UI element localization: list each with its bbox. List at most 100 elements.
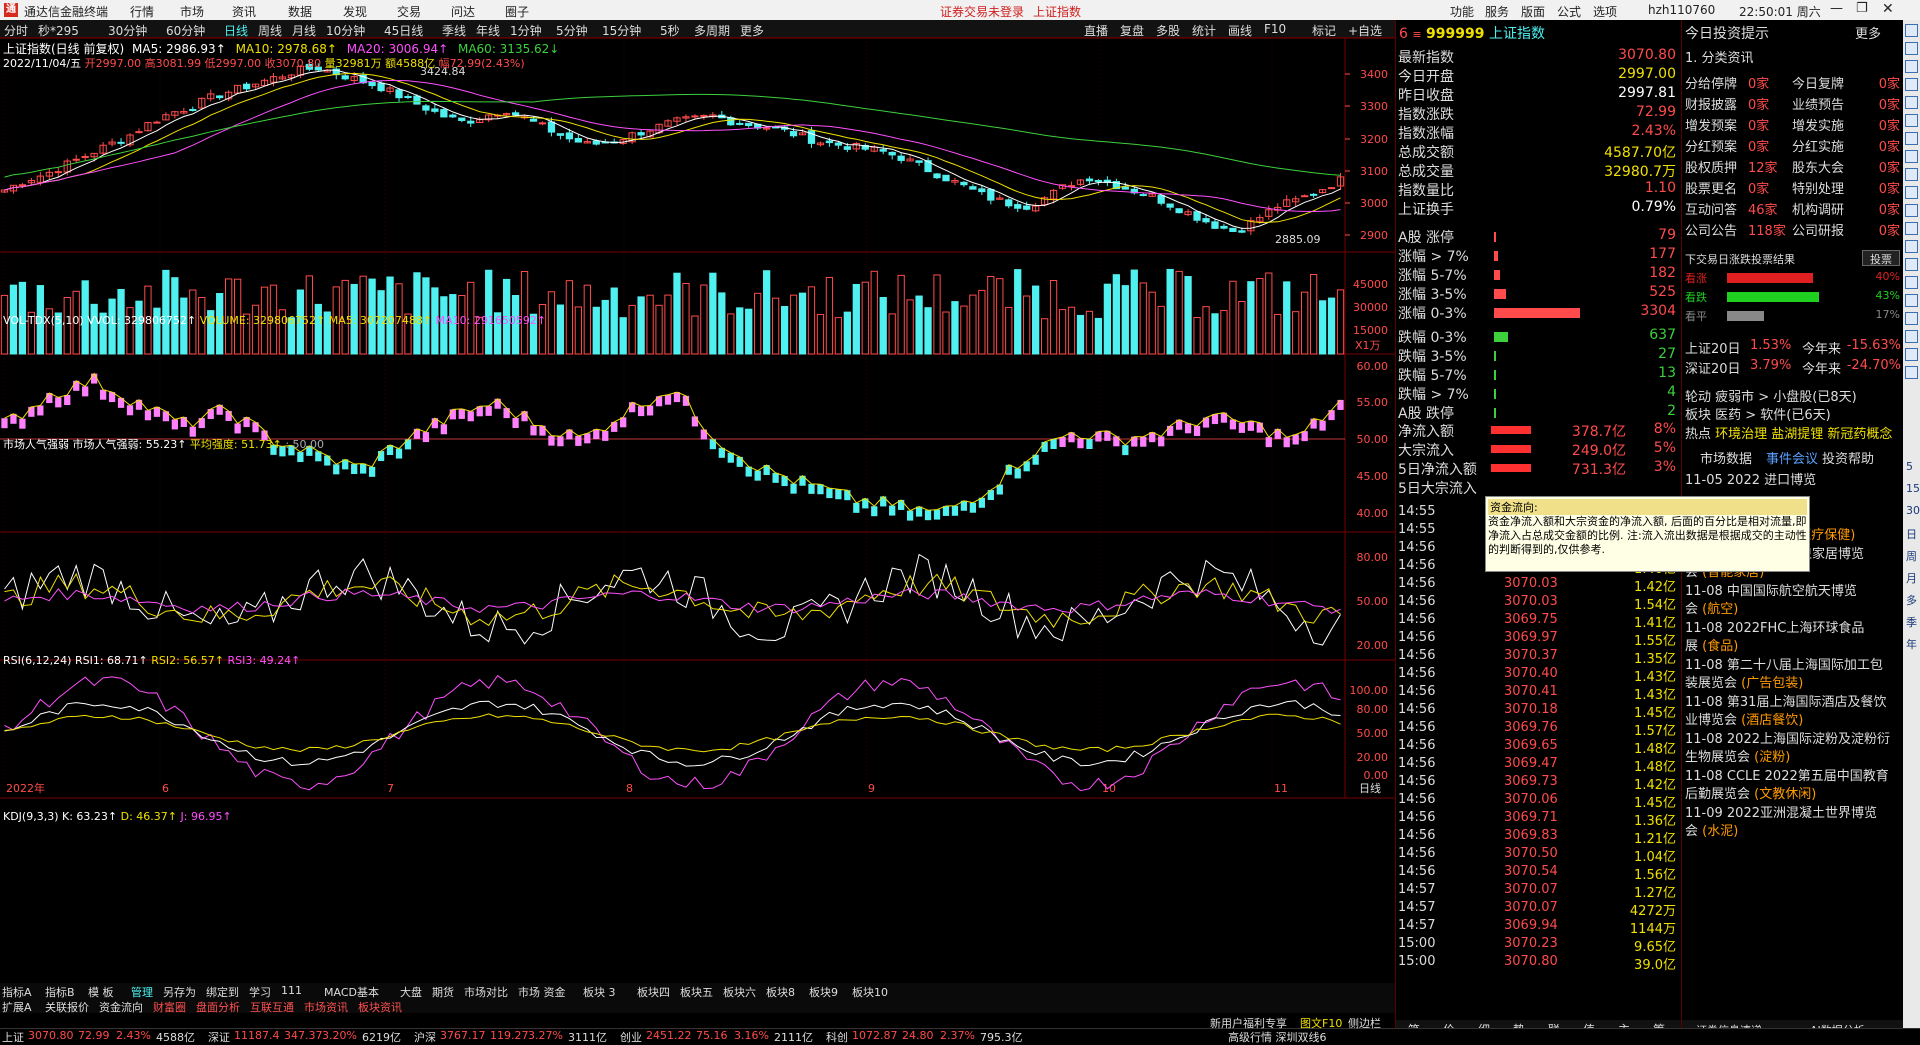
notice-label[interactable]: 今日复牌 <box>1792 73 1844 92</box>
menu-item[interactable]: 发现 <box>343 3 367 20</box>
extension-tab[interactable]: 板块资讯 <box>358 999 402 1015</box>
period-tab[interactable]: 1分钟 <box>510 22 542 39</box>
period-tab[interactable]: 年线 <box>476 22 500 39</box>
side-period-button[interactable]: 日 <box>1906 526 1917 542</box>
event-item[interactable]: 11-08 第二十八届上海国际加工包 装展览会 (广告包装) <box>1685 657 1900 693</box>
f10-link[interactable]: 图文F10 <box>1300 1015 1342 1031</box>
tool-button[interactable]: 直播 <box>1084 22 1108 39</box>
promo-link[interactable]: 新用户福利专享 <box>1210 1015 1287 1031</box>
period-tab[interactable]: 15分钟 <box>602 22 641 39</box>
event-item[interactable]: 11-08 2022上海国际淀粉及淀粉衍 生物展览会 (淀粉) <box>1685 731 1900 767</box>
period-tab[interactable]: 多周期 <box>694 22 730 39</box>
period-tab[interactable]: 5秒 <box>660 22 680 39</box>
side-cash-icon[interactable] <box>1905 114 1918 127</box>
side-rsi-icon[interactable] <box>1905 330 1918 343</box>
side-pen-icon[interactable] <box>1905 366 1918 379</box>
notice-label[interactable]: 增发实施 <box>1792 115 1844 134</box>
tool-button[interactable]: 标记 <box>1312 22 1336 39</box>
period-tab[interactable]: 秒*295 <box>38 22 79 39</box>
restore-icon[interactable]: ❐ <box>1856 1 1868 16</box>
kline-chart[interactable]: 3400330032003100300029002022年 6 7 8 9 10 11 日线3… <box>0 37 1395 1028</box>
side-grid-icon[interactable] <box>1905 42 1918 55</box>
menu-item[interactable]: 问达 <box>451 3 475 20</box>
vote-button[interactable]: 投票 <box>1862 250 1900 266</box>
notice-label[interactable]: 互动问答 <box>1685 199 1737 218</box>
side-flag-icon[interactable] <box>1905 150 1918 163</box>
side-dock-icon[interactable] <box>1905 24 1918 37</box>
side-period-button[interactable]: 15 <box>1906 482 1920 495</box>
minimize-icon[interactable]: — <box>1830 1 1843 16</box>
menu-layout[interactable]: 版面 <box>1521 3 1545 20</box>
side-news-icon[interactable] <box>1905 240 1918 253</box>
side-rank-icon[interactable] <box>1905 294 1918 307</box>
period-tab[interactable]: 60分钟 <box>166 22 205 39</box>
side-period-button[interactable]: 月 <box>1906 570 1917 586</box>
news-more-link[interactable]: 更多 <box>1855 23 1881 42</box>
event-item[interactable]: 11-08 中国国际航空航天博览会 (航空) <box>1685 583 1900 619</box>
notice-label[interactable]: 业绩预告 <box>1792 94 1844 113</box>
hot-items[interactable]: 环境治理 盐湖提锂 新冠药概念 <box>1715 427 1892 442</box>
side-bell-icon[interactable] <box>1905 204 1918 217</box>
notice-label[interactable]: 财报披露 <box>1685 94 1737 113</box>
side-lock-icon[interactable] <box>1905 348 1918 361</box>
period-tab[interactable]: 5分钟 <box>556 22 588 39</box>
extension-tab[interactable]: 市场资讯 <box>304 999 348 1015</box>
period-tab[interactable]: 更多 <box>740 22 764 39</box>
notice-label[interactable]: 分红预案 <box>1685 136 1737 155</box>
notice-label[interactable]: 公司公告 <box>1685 220 1737 239</box>
side-chart-icon[interactable] <box>1905 78 1918 91</box>
sidebar-toggle[interactable]: 侧边栏 <box>1348 1015 1381 1031</box>
tool-button[interactable]: 复盘 <box>1120 22 1144 39</box>
side-period-button[interactable]: 多 <box>1906 592 1917 608</box>
menu-item[interactable]: 行情 <box>130 3 154 20</box>
menu-service[interactable]: 服务 <box>1485 3 1509 20</box>
tool-button[interactable]: +自选 <box>1348 22 1382 39</box>
side-info-icon[interactable] <box>1905 312 1918 325</box>
notice-label[interactable]: 分给停牌 <box>1685 73 1737 92</box>
side-period-button[interactable]: 季 <box>1906 614 1917 630</box>
event-item[interactable]: 11-08 2022FHC上海环球食品展 (食品) <box>1685 620 1900 656</box>
side-search-icon[interactable] <box>1905 222 1918 235</box>
side-period-button[interactable]: 5 <box>1906 460 1913 473</box>
extension-tab[interactable]: 盘面分析 <box>196 999 240 1015</box>
side-kline-icon[interactable] <box>1905 276 1918 289</box>
menu-item[interactable]: 交易 <box>397 3 421 20</box>
event-item[interactable]: 11-08 第31届上海国际酒店及餐饮 业博览会 (酒店餐饮) <box>1685 694 1900 730</box>
tool-button[interactable]: 画线 <box>1228 22 1252 39</box>
menu-item[interactable]: 数据 <box>288 3 312 20</box>
menu-item[interactable]: 圈子 <box>505 3 529 20</box>
period-tab[interactable]: 季线 <box>442 22 466 39</box>
period-tab[interactable]: 30分钟 <box>108 22 147 39</box>
period-tab[interactable]: 45日线 <box>384 22 423 39</box>
notice-label[interactable]: 机构调研 <box>1792 199 1844 218</box>
side-period-button[interactable]: 年 <box>1906 636 1917 652</box>
tab-help[interactable]: 投资帮助 <box>1822 448 1874 467</box>
menu-options[interactable]: 选项 <box>1593 3 1617 20</box>
side-calc-icon[interactable] <box>1905 132 1918 145</box>
extension-tab[interactable]: 关联报价 <box>45 999 89 1015</box>
username[interactable]: hzh110760 <box>1648 3 1715 17</box>
period-tab[interactable]: 月线 <box>292 22 316 39</box>
tab-events[interactable]: 事件会议 <box>1766 448 1818 467</box>
extension-tab[interactable]: 扩展A <box>2 999 32 1015</box>
period-tab[interactable]: 日线 <box>224 22 248 39</box>
menu-formula[interactable]: 公式 <box>1557 3 1581 20</box>
period-tab[interactable]: 10分钟 <box>326 22 365 39</box>
period-tab[interactable]: 分时 <box>4 22 28 39</box>
close-icon[interactable]: ✕ <box>1882 1 1894 17</box>
notice-label[interactable]: 股东大会 <box>1792 157 1844 176</box>
event-item[interactable]: 11-08 CCLE 2022第五届中国教育 后勤展览会 (文教休闲) <box>1685 768 1900 804</box>
side-period-button[interactable]: 30 <box>1906 504 1920 517</box>
extension-tab[interactable]: 财富圈 <box>153 999 186 1015</box>
side-gear-icon[interactable] <box>1905 168 1918 181</box>
menu-function[interactable]: 功能 <box>1450 3 1474 20</box>
notice-label[interactable]: 分红实施 <box>1792 136 1844 155</box>
status-feed[interactable]: 高级行情 深圳双线6 <box>1228 1029 1327 1045</box>
menu-item[interactable]: 市场 <box>180 3 204 20</box>
side-table-icon[interactable] <box>1905 96 1918 109</box>
side-star-icon[interactable] <box>1905 186 1918 199</box>
extension-tab[interactable]: 互联互通 <box>250 999 294 1015</box>
tool-button[interactable]: 统计 <box>1192 22 1216 39</box>
extension-tab[interactable]: 资金流向 <box>99 999 143 1015</box>
notice-label[interactable]: 股票更名 <box>1685 178 1737 197</box>
